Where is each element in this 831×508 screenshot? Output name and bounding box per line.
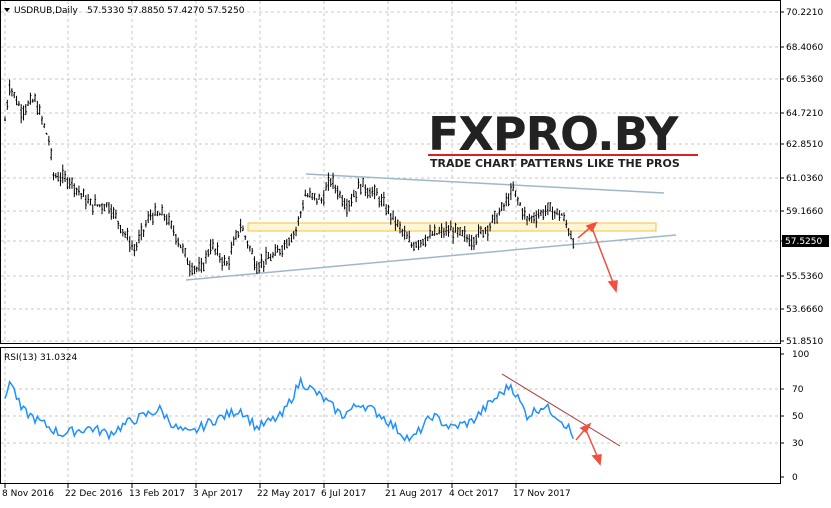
price-tick-label: 68.4060 <box>786 43 823 53</box>
rsi-line <box>4 375 574 443</box>
logo-text: FXPRO.BY <box>428 107 679 161</box>
date-label: 4 Oct 2017 <box>449 489 499 499</box>
grid <box>1 1 780 483</box>
price-tick-label: 59.1660 <box>786 207 823 217</box>
date-label: 22 Dec 2016 <box>65 489 123 499</box>
price-pane[interactable] <box>0 0 781 344</box>
arrow-down-head <box>607 280 618 293</box>
price-tick-label: 62.8510 <box>786 140 823 150</box>
rsi-tick-label: 50 <box>792 412 804 422</box>
rsi-series <box>4 375 574 443</box>
date-label: 17 Nov 2017 <box>513 489 571 499</box>
rsi-tick-label: 30 <box>792 439 804 449</box>
logo: FXPRO.BY TRADE CHART PATTERNS LIKE THE P… <box>428 107 698 170</box>
date-label: 13 Feb 2017 <box>129 489 185 499</box>
symbol-label: USDRUB,Daily <box>14 6 79 16</box>
price-tick-label: 55.5360 <box>786 272 823 282</box>
date-label: 3 Apr 2017 <box>193 489 243 499</box>
price-tick-label: 61.0360 <box>786 174 823 184</box>
price-tick-label: 70.2210 <box>786 8 823 18</box>
logo-underline <box>428 154 698 156</box>
date-label: 21 Aug 2017 <box>385 489 443 499</box>
rsi-arrow-down <box>585 429 599 459</box>
rsi-tick-label: 70 <box>792 385 804 395</box>
rsi-arrow-down-head <box>591 454 602 466</box>
rsi-trendline <box>501 373 621 447</box>
ohlc-values: 57.5330 57.8850 57.4270 57.5250 <box>87 6 245 16</box>
current-price-label: 57.5250 <box>785 237 822 247</box>
upper-trendline <box>305 173 665 194</box>
price-tick-label: 53.6660 <box>786 305 823 315</box>
date-label: 6 Jul 2017 <box>321 489 366 499</box>
rsi-tick-label: 100 <box>792 350 809 360</box>
rsi-axis[interactable]: 100 70 50 30 0 <box>780 350 809 483</box>
date-axis[interactable]: 8 Nov 2016 22 Dec 2016 13 Feb 2017 3 Apr 20… <box>2 484 571 499</box>
price-tick-label: 66.5360 <box>786 75 823 85</box>
price-tick-label: 64.7210 <box>786 109 823 119</box>
chart-svg[interactable]: FXPRO.BY TRADE CHART PATTERNS LIKE THE P… <box>0 0 831 505</box>
rsi-arrow-up-head <box>579 422 592 434</box>
logo-tagline: TRADE CHART PATTERNS LIKE THE PROS <box>430 157 680 170</box>
chart-window[interactable]: FXPRO.BY TRADE CHART PATTERNS LIKE THE P… <box>0 0 831 505</box>
price-tick-label: 51.8510 <box>786 337 823 347</box>
rsi-label: RSI(13) 31.0324 <box>4 353 77 363</box>
date-label: 8 Nov 2016 <box>2 489 54 499</box>
date-label: 22 May 2017 <box>257 489 316 499</box>
rsi-tick-label: 0 <box>792 473 798 483</box>
price-axis[interactable]: 70.2210 68.4060 66.5360 64.7210 62.8510 61.03… <box>780 8 829 347</box>
